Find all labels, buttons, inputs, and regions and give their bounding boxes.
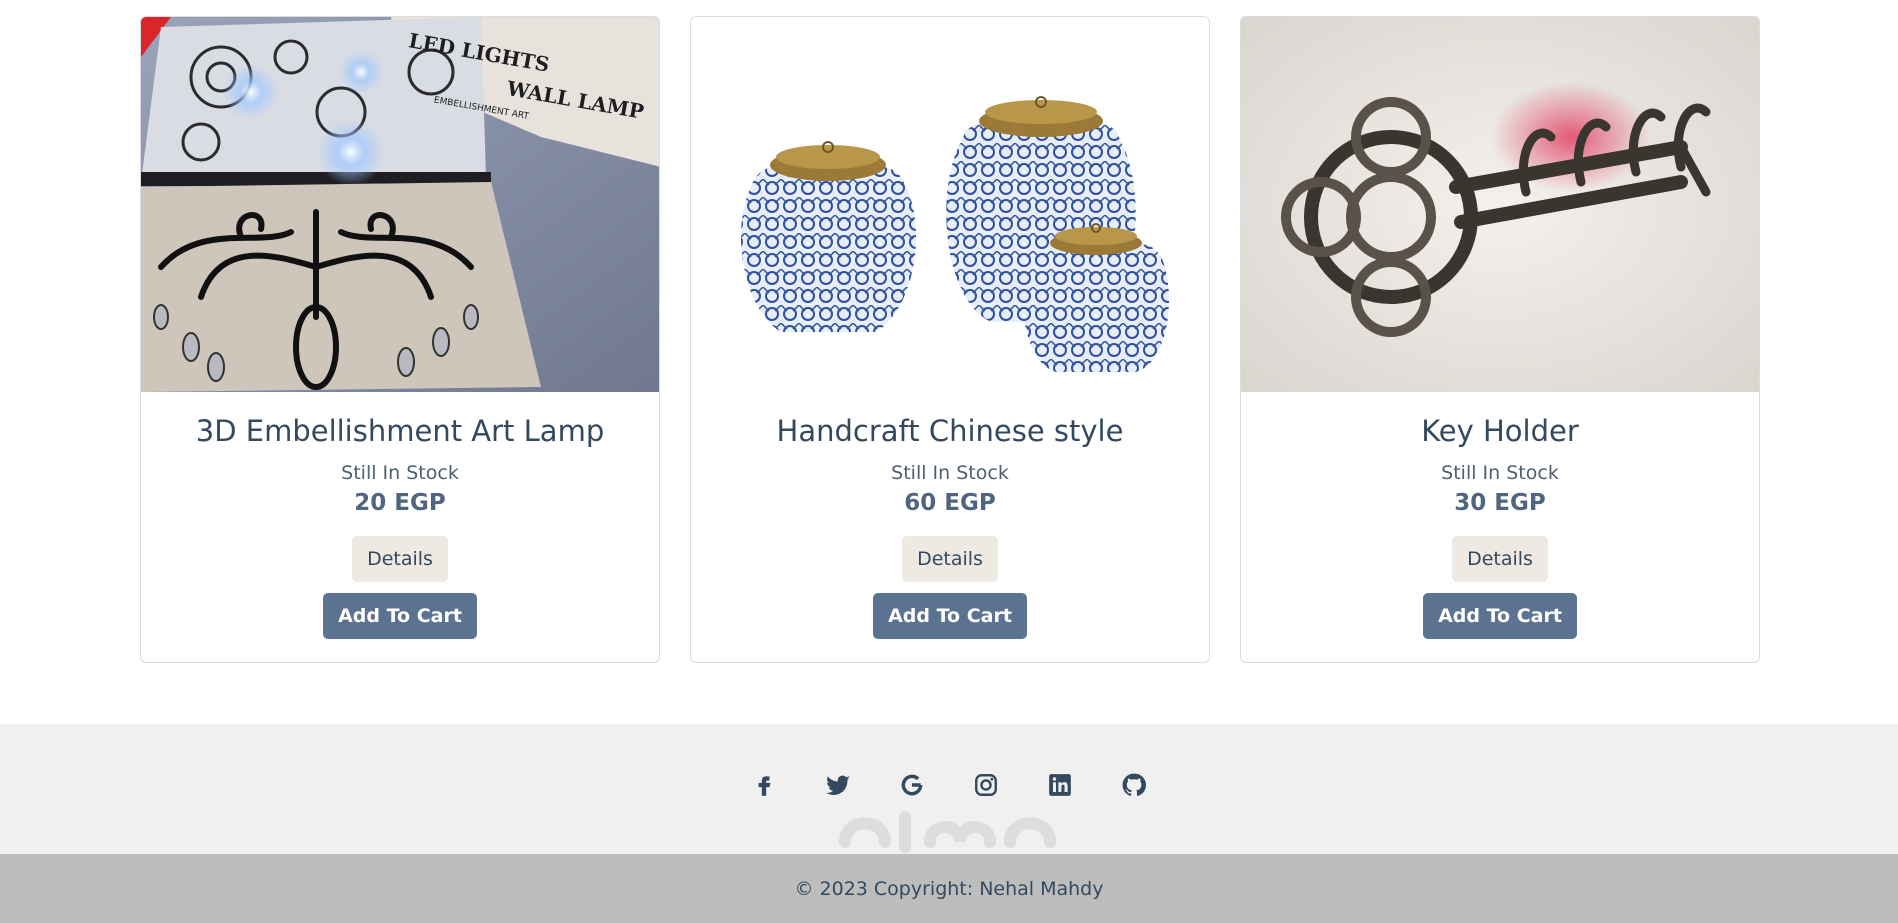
footer-social-bar [0,724,1898,854]
instagram-icon[interactable] [971,770,1001,800]
stock-status: Still In Stock [1441,462,1559,484]
product-grid: LED LIGHTS WALL LAMP EMBELLISHMENT ART 3… [140,16,1760,663]
add-to-cart-button[interactable]: Add To Cart [1423,593,1577,639]
details-button[interactable]: Details [1452,536,1548,582]
stock-status: Still In Stock [891,462,1009,484]
product-image-key-holder [1241,17,1759,392]
copyright-bar: © 2023 Copyright: Nehal Mahdy [0,854,1898,923]
product-card: LED LIGHTS WALL LAMP EMBELLISHMENT ART 3… [140,16,660,663]
product-image-lamp: LED LIGHTS WALL LAMP EMBELLISHMENT ART [141,17,659,392]
product-price: 60 EGP [904,490,996,516]
product-card: Key Holder Still In Stock 30 EGP Details… [1240,16,1760,663]
add-to-cart-button[interactable]: Add To Cart [873,593,1027,639]
add-to-cart-button[interactable]: Add To Cart [323,593,477,639]
social-links [0,770,1898,800]
details-button[interactable]: Details [352,536,448,582]
product-card: Handcraft Chinese style Still In Stock 6… [690,16,1210,663]
stock-status: Still In Stock [341,462,459,484]
product-price: 20 EGP [354,490,446,516]
google-icon[interactable] [897,770,927,800]
facebook-icon[interactable] [749,770,779,800]
copyright-text: © 2023 Copyright: Nehal Mahdy [794,877,1104,900]
product-price: 30 EGP [1454,490,1546,516]
github-icon[interactable] [1119,770,1149,800]
product-title: Key Holder [1421,414,1579,448]
details-button[interactable]: Details [902,536,998,582]
twitter-icon[interactable] [823,770,853,800]
product-image-chinese-jars [691,17,1209,392]
linkedin-icon[interactable] [1045,770,1075,800]
watermark-logo [839,811,1056,853]
product-title: Handcraft Chinese style [776,414,1124,448]
product-title: 3D Embellishment Art Lamp [195,414,605,448]
